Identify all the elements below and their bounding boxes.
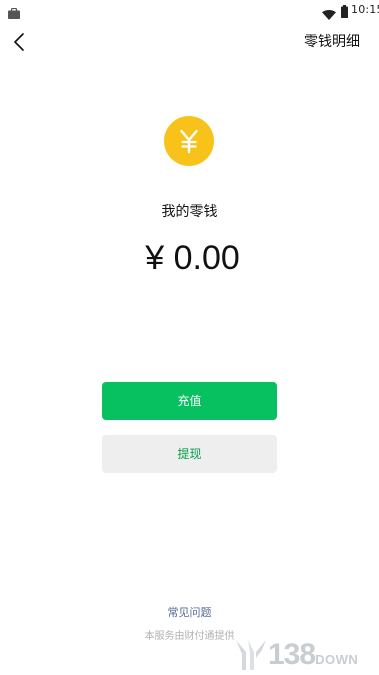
battery-icon xyxy=(341,3,348,18)
recharge-button[interactable]: 充值 xyxy=(102,382,277,420)
bag-icon xyxy=(8,4,20,19)
transaction-details-link[interactable]: 零钱明细 xyxy=(304,33,360,51)
faq-link[interactable]: 常见问题 xyxy=(0,605,379,621)
back-button[interactable] xyxy=(6,28,34,56)
wallet-balance-screen: 10:15 零钱明细 我的零钱 ¥ 0.00 充值 提现 常见问题 本服务由财付… xyxy=(0,0,379,675)
status-bar: 10:15 xyxy=(0,0,379,22)
watermark-text: 138DOWN xyxy=(268,640,358,670)
withdraw-button[interactable]: 提现 xyxy=(102,435,277,473)
watermark-logo-icon xyxy=(232,638,272,672)
balance-amount: ¥ 0.00 xyxy=(145,239,240,277)
balance-label: 我的零钱 xyxy=(161,204,218,220)
watermark-number: 138 xyxy=(268,638,316,671)
yen-coin-icon xyxy=(164,116,214,166)
watermark-word: DOWN xyxy=(315,652,359,667)
chevron-left-icon xyxy=(14,33,24,51)
wifi-icon xyxy=(322,5,336,20)
status-time: 10:15 xyxy=(351,3,379,16)
